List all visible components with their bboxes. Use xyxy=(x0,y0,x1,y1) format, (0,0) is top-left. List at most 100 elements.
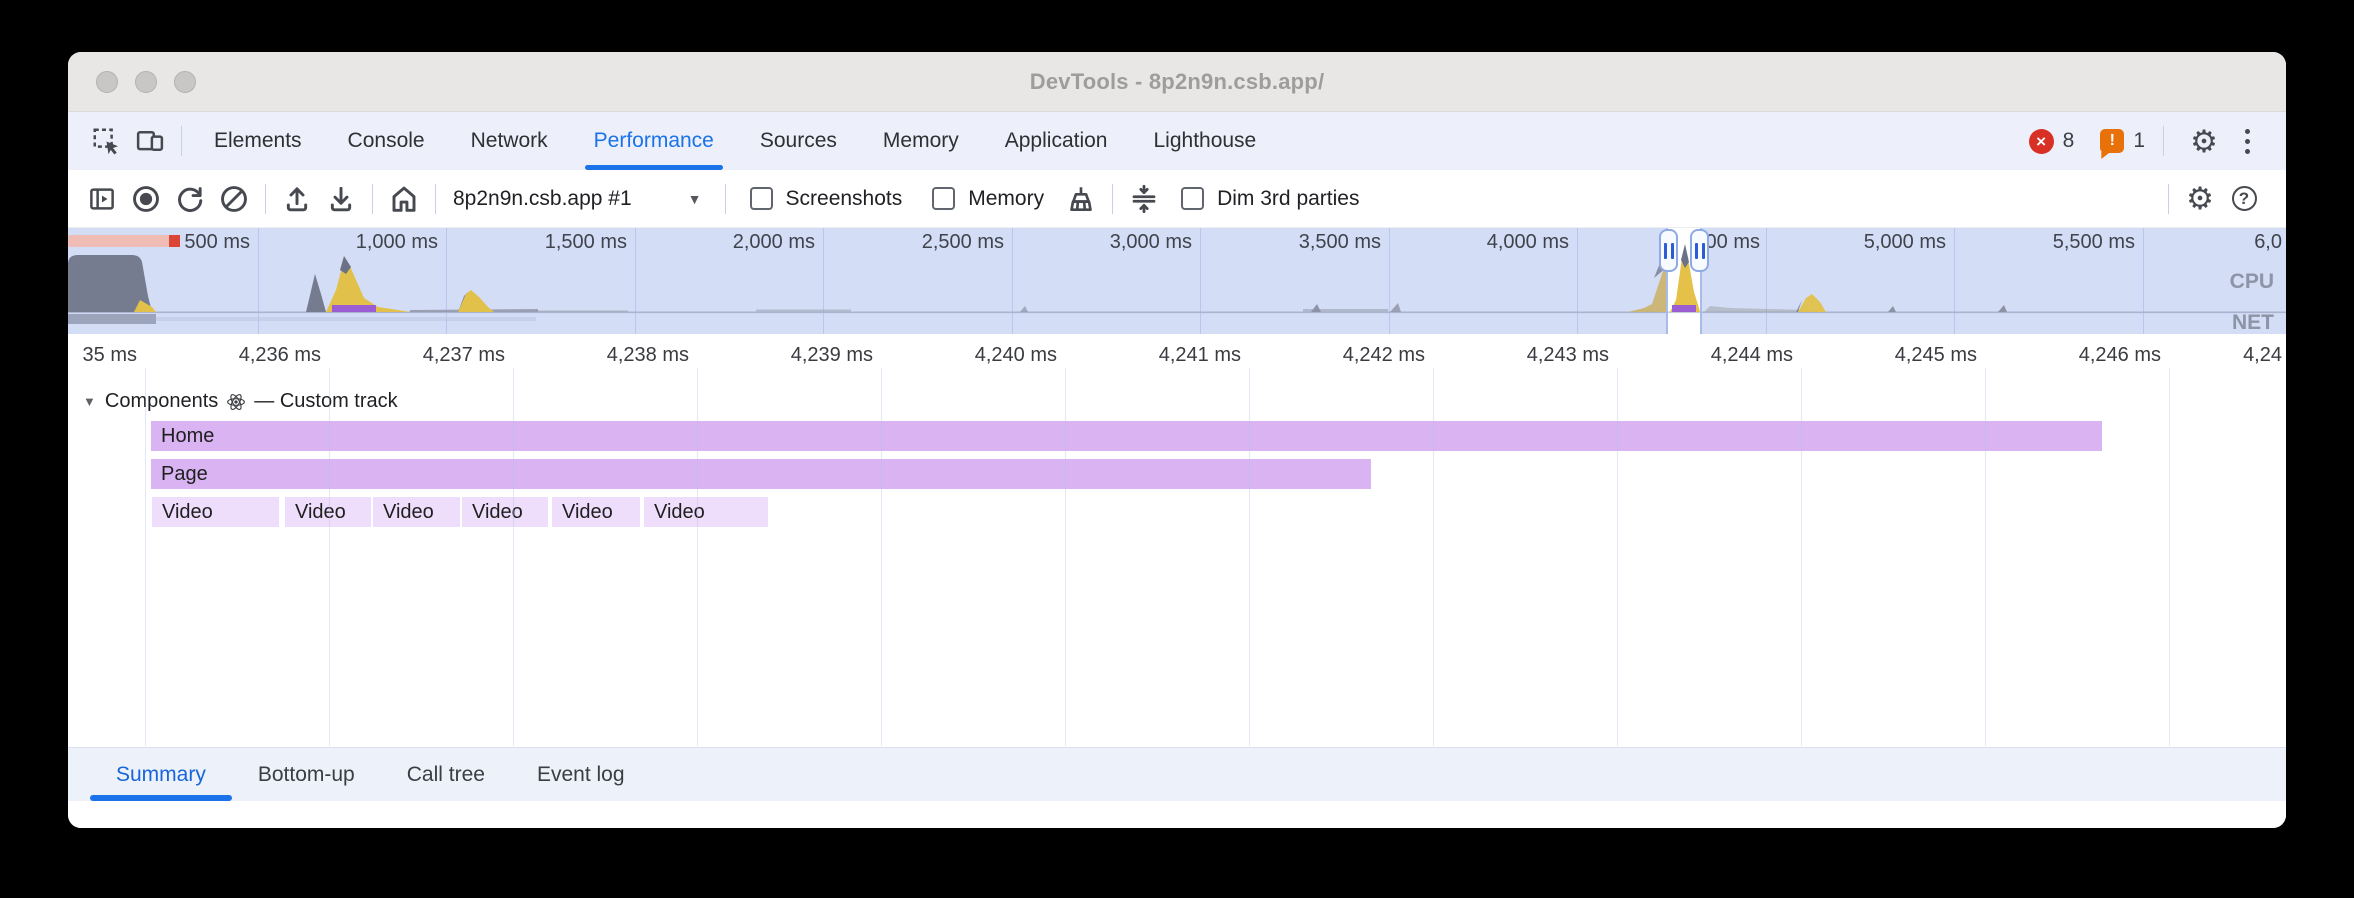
clear-icon[interactable] xyxy=(212,177,256,221)
track-bar[interactable]: Video xyxy=(152,497,279,527)
tab-summary[interactable]: Summary xyxy=(90,748,232,801)
tab-console[interactable]: Console xyxy=(325,112,448,170)
track-row-page: Page xyxy=(68,459,2286,489)
ruler-tick-label: 4,236 ms xyxy=(239,344,321,367)
error-icon[interactable]: × xyxy=(2029,129,2054,154)
tab-event-log[interactable]: Event log xyxy=(511,748,651,801)
timeline-overview[interactable]: 500 ms 1,000 ms 1,500 ms 2,000 ms 2,500 ms 3,… xyxy=(68,228,2286,334)
tab-lighthouse[interactable]: Lighthouse xyxy=(1130,112,1279,170)
window-title: DevTools - 8p2n9n.csb.app/ xyxy=(1030,69,1325,95)
checkbox-box[interactable] xyxy=(932,187,955,210)
overview-tick-label: 4,000 ms xyxy=(1487,231,1569,254)
overview-tick-label: 5,500 ms xyxy=(2053,231,2135,254)
selection-handle-right[interactable] xyxy=(1690,229,1709,272)
overview-tick-label: 1,000 ms xyxy=(356,231,438,254)
chevron-down-icon[interactable]: ▼ xyxy=(688,191,702,207)
overview-tick-label: 5,000 ms xyxy=(1864,231,1946,254)
tab-memory[interactable]: Memory xyxy=(860,112,982,170)
ruler-tick-label: 4,246 ms xyxy=(2079,344,2161,367)
inspect-element-icon[interactable] xyxy=(84,119,128,163)
devtools-window: DevTools - 8p2n9n.csb.app/ Elements Cons… xyxy=(68,52,2286,828)
track-bar[interactable]: Video xyxy=(644,497,768,527)
record-icon[interactable] xyxy=(124,177,168,221)
components-track-header[interactable]: ▼ Components — Custom track xyxy=(68,381,2286,413)
ruler-tick-label: 35 ms xyxy=(83,344,137,367)
ruler-tick-label: 4,242 ms xyxy=(1343,344,1425,367)
home-icon[interactable] xyxy=(382,177,426,221)
tab-performance[interactable]: Performance xyxy=(571,112,737,170)
screenshots-checkbox[interactable]: Screenshots xyxy=(750,187,903,211)
performance-toolbar: 8p2n9n.csb.app #1 ▼ Screenshots Memory xyxy=(68,170,2286,228)
tab-elements[interactable]: Elements xyxy=(191,112,325,170)
reload-record-icon[interactable] xyxy=(168,177,212,221)
ruler-tick-label: 4,245 ms xyxy=(1895,344,1977,367)
overview-tick-label: 500 ms xyxy=(184,231,250,254)
tab-application[interactable]: Application xyxy=(982,112,1131,170)
overview-tick-label: 3,500 ms xyxy=(1299,231,1381,254)
track-area[interactable]: ▼ Components — Custom track Home Page Vide… xyxy=(68,381,2286,747)
overview-tick-label: 6,0 xyxy=(2254,231,2282,254)
close-window-button[interactable] xyxy=(96,71,118,93)
toolbar-divider xyxy=(725,184,726,214)
dim-3rd-parties-label: Dim 3rd parties xyxy=(1217,187,1359,211)
checkbox-box[interactable] xyxy=(750,187,773,210)
capture-settings-gear-icon[interactable]: ⚙ xyxy=(2178,177,2222,221)
track-bar[interactable]: Video xyxy=(285,497,371,527)
details-tabbar: Summary Bottom-up Call tree Event log xyxy=(68,747,2286,801)
overview-tick-label: 2,000 ms xyxy=(733,231,815,254)
toolbar-divider xyxy=(1112,184,1113,214)
ruler-tick-label: 4,24 xyxy=(2243,344,2282,367)
history-selector[interactable]: 8p2n9n.csb.app #1 xyxy=(453,187,632,211)
tab-bottom-up[interactable]: Bottom-up xyxy=(232,748,381,801)
error-count[interactable]: 8 xyxy=(2063,129,2075,153)
upload-profile-icon[interactable] xyxy=(275,177,319,221)
ruler-tick-label: 4,243 ms xyxy=(1527,344,1609,367)
zoom-window-button[interactable] xyxy=(174,71,196,93)
toolbar-divider xyxy=(265,184,266,214)
traffic-lights xyxy=(96,52,196,111)
warning-count[interactable]: 1 xyxy=(2133,129,2145,153)
ruler-tick-label: 4,241 ms xyxy=(1159,344,1241,367)
selection-handle-left[interactable] xyxy=(1659,229,1678,272)
ruler-tick-label: 4,244 ms xyxy=(1711,344,1793,367)
tab-network[interactable]: Network xyxy=(448,112,571,170)
cpu-lane-label: CPU xyxy=(2230,270,2274,294)
track-bar[interactable]: Video xyxy=(462,497,548,527)
warning-icon[interactable]: ! xyxy=(2100,129,2124,153)
track-bar[interactable]: Home xyxy=(151,421,2102,451)
tab-sources[interactable]: Sources xyxy=(737,112,860,170)
settings-gear-icon[interactable]: ⚙ xyxy=(2182,119,2226,163)
tabbar-divider xyxy=(181,126,182,156)
toolbar-divider xyxy=(372,184,373,214)
more-options-icon[interactable] xyxy=(2235,129,2260,154)
collapse-triangle-icon[interactable]: ▼ xyxy=(83,394,96,409)
overview-tick-label: 2,500 ms xyxy=(922,231,1004,254)
minimize-window-button[interactable] xyxy=(135,71,157,93)
dim-3rd-parties-checkbox[interactable]: Dim 3rd parties xyxy=(1181,187,1359,211)
memory-label: Memory xyxy=(968,187,1044,211)
toggle-sidebar-icon[interactable] xyxy=(80,177,124,221)
track-row-video: VideoVideoVideoVideoVideoVideo xyxy=(68,497,2286,527)
screenshots-label: Screenshots xyxy=(786,187,903,211)
download-profile-icon[interactable] xyxy=(319,177,363,221)
track-title: Components xyxy=(105,390,218,413)
garbage-collect-icon[interactable] xyxy=(1059,177,1103,221)
status-badges: × 8 ! 1 ⚙ xyxy=(2029,119,2260,163)
tab-call-tree[interactable]: Call tree xyxy=(381,748,511,801)
timeline-ruler[interactable]: 35 ms4,236 ms4,237 ms4,238 ms4,239 ms4,2… xyxy=(68,334,2286,381)
help-icon[interactable]: ? xyxy=(2222,177,2266,221)
badge-divider xyxy=(2163,126,2164,156)
track-bar[interactable]: Video xyxy=(552,497,640,527)
device-toolbar-icon[interactable] xyxy=(128,119,172,163)
memory-checkbox[interactable]: Memory xyxy=(932,187,1044,211)
checkbox-box[interactable] xyxy=(1181,187,1204,210)
track-bar[interactable]: Video xyxy=(373,497,460,527)
collapse-shortcut-icon[interactable] xyxy=(1122,177,1166,221)
desktop-background: { "colors": { "accent_blue": "#1a73e8", … xyxy=(0,0,2354,898)
overview-tick-label: 1,500 ms xyxy=(545,231,627,254)
devtools-tabbar: Elements Console Network Performance Sou… xyxy=(68,112,2286,170)
toolbar-divider xyxy=(435,184,436,214)
ruler-tick-label: 4,238 ms xyxy=(607,344,689,367)
track-bar[interactable]: Page xyxy=(151,459,1371,489)
summary-panel xyxy=(68,801,2286,828)
